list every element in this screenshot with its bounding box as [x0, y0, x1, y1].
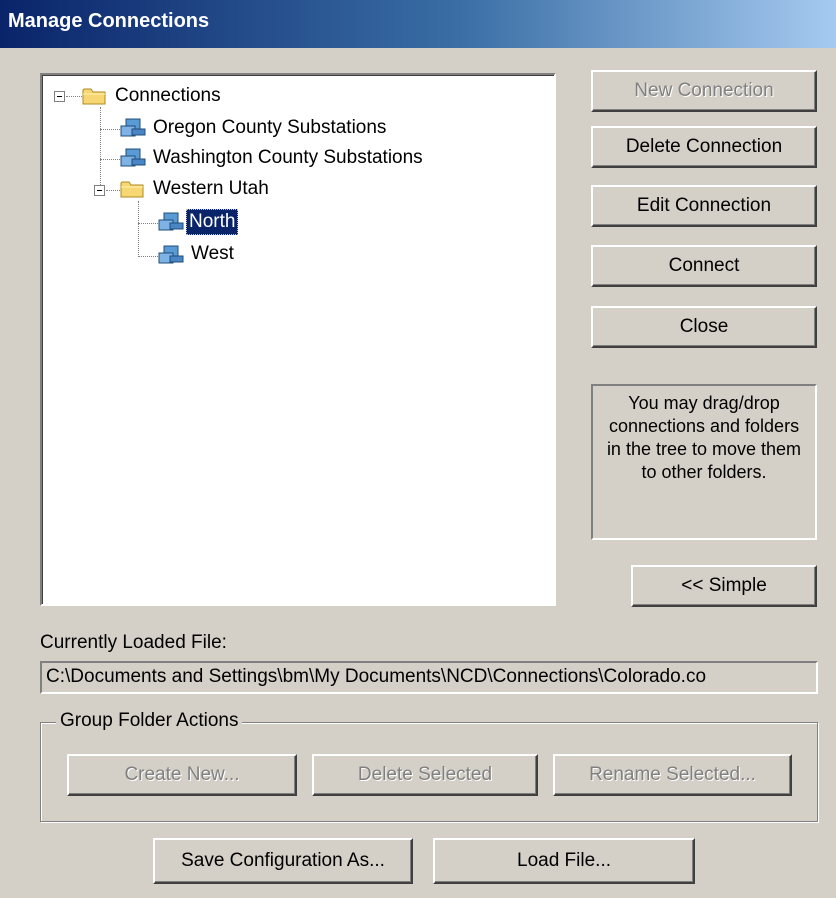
edit-connection-button[interactable]: Edit Connection — [591, 185, 817, 227]
create-new-button[interactable]: Create New... — [67, 754, 297, 796]
network-connection-icon — [120, 148, 146, 167]
tree-node-label: Western Utah — [153, 178, 269, 199]
close-button[interactable]: Close — [591, 306, 817, 348]
simple-view-button[interactable]: << Simple — [631, 565, 817, 607]
load-file-button[interactable]: Load File... — [433, 838, 695, 884]
folder-icon — [82, 88, 106, 105]
title-bar[interactable]: Manage Connections — [0, 0, 836, 48]
rename-selected-button[interactable]: Rename Selected... — [553, 754, 792, 796]
window-title: Manage Connections — [8, 10, 210, 32]
drag-drop-hint: You may drag/drop connections and folder… — [591, 384, 817, 540]
collapse-toggle-connections[interactable] — [54, 91, 65, 102]
group-folder-actions-title: Group Folder Actions — [56, 710, 243, 732]
tree-node-label: Oregon County Substations — [153, 117, 387, 138]
delete-selected-button[interactable]: Delete Selected — [312, 754, 538, 796]
collapse-toggle-western-utah[interactable] — [94, 185, 105, 196]
connections-tree[interactable]: Connections Oregon County Substations Wa… — [40, 73, 556, 606]
tree-node-label: West — [191, 243, 234, 264]
network-connection-icon — [158, 245, 184, 264]
tree-node-label: Washington County Substations — [153, 147, 423, 168]
delete-connection-button[interactable]: Delete Connection — [591, 126, 817, 168]
new-connection-button[interactable]: New Connection — [591, 70, 817, 112]
tree-node-label: Connections — [115, 85, 221, 106]
loaded-file-path: C:\Documents and Settings\bm\My Document… — [40, 661, 818, 694]
folder-icon — [120, 181, 144, 198]
tree-node-label: North — [186, 209, 239, 235]
save-configuration-button[interactable]: Save Configuration As... — [153, 838, 413, 884]
connect-button[interactable]: Connect — [591, 245, 817, 287]
network-connection-icon — [158, 212, 184, 231]
loaded-file-label: Currently Loaded File: — [40, 632, 227, 653]
network-connection-icon — [120, 118, 146, 137]
